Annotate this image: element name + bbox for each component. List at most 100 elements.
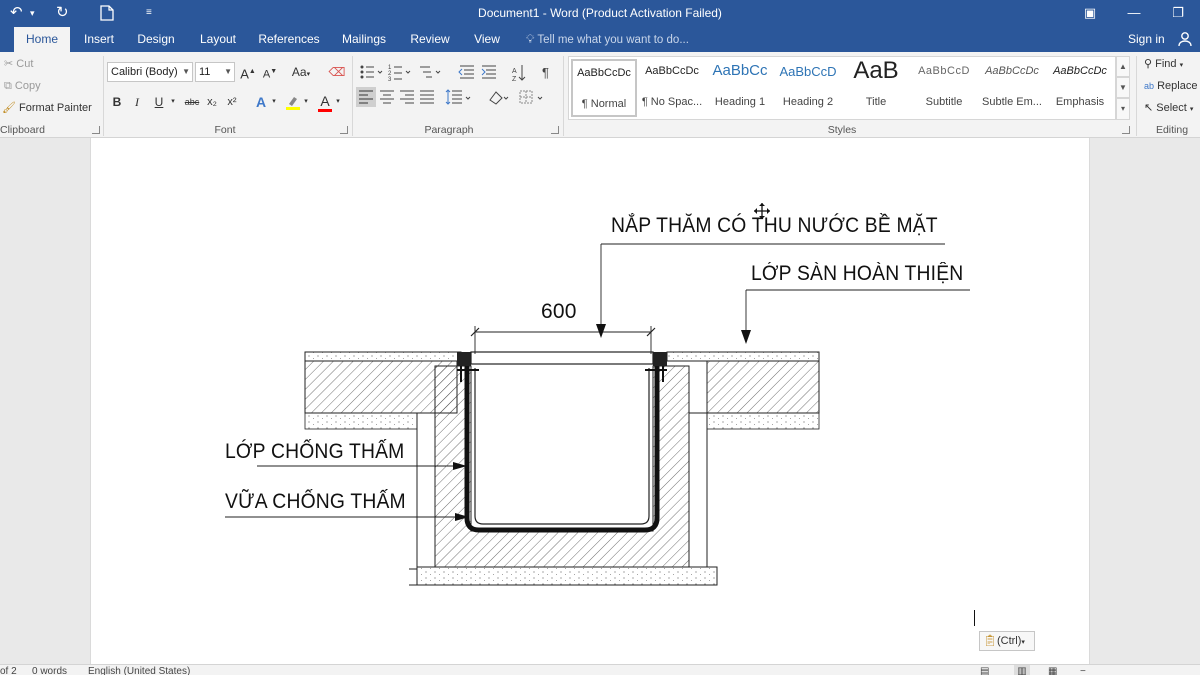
word-count[interactable]: 0 words xyxy=(32,665,67,675)
chevron-down-icon: ▼ xyxy=(182,67,190,76)
style-subtitle[interactable]: AaBbCcD Subtitle xyxy=(911,59,977,117)
shading-icon[interactable] xyxy=(489,91,509,105)
paragraph-launcher-icon[interactable] xyxy=(551,126,559,134)
increase-indent-icon[interactable] xyxy=(481,65,496,79)
style-subtle-emphasis[interactable]: AaBbCcDc Subtle Em... xyxy=(979,59,1045,117)
cut-button[interactable]: ✂ Cut xyxy=(4,54,33,74)
text-effects-icon[interactable]: A xyxy=(252,92,270,112)
select-label: Select xyxy=(1156,102,1187,114)
style-name: Subtle Em... xyxy=(982,96,1042,108)
style-preview: AaBbCcD xyxy=(779,64,837,79)
copy-button[interactable]: ⧉ Copy xyxy=(4,76,41,96)
tell-me-placeholder: Tell me what you want to do... xyxy=(537,34,689,46)
align-right-icon[interactable] xyxy=(400,90,414,104)
change-case-icon[interactable]: Aa▾ xyxy=(287,62,315,82)
tab-review[interactable]: Review xyxy=(404,26,456,52)
numbering-icon[interactable]: 123 xyxy=(388,65,411,83)
find-button[interactable]: ⚲ Find ▾ xyxy=(1144,54,1183,74)
decrease-indent-icon[interactable] xyxy=(458,65,474,79)
print-layout-icon[interactable]: ▥ xyxy=(1014,665,1030,675)
svg-text:3: 3 xyxy=(388,77,392,83)
lightbulb-icon: 💡︎ xyxy=(526,32,535,46)
font-launcher-icon[interactable] xyxy=(340,126,348,134)
highlight-icon[interactable] xyxy=(284,92,302,112)
justify-icon[interactable] xyxy=(420,90,434,104)
tab-view[interactable]: View xyxy=(466,26,508,52)
grow-font-icon[interactable]: A▲ xyxy=(240,62,256,82)
paragraph-group-label: Paragraph xyxy=(424,124,474,136)
clipboard-launcher-icon[interactable] xyxy=(92,126,100,134)
web-layout-icon[interactable]: ▦ xyxy=(1048,665,1057,675)
mortar-label: VỮA CHỐNG THẤM xyxy=(225,490,406,513)
font-name-combo[interactable]: Calibri (Body) ▼ xyxy=(107,62,193,82)
sign-in-link[interactable]: Sign in xyxy=(1128,26,1165,52)
manhole-drawing[interactable] xyxy=(91,138,1091,664)
ribbon-display-options-icon[interactable]: ▣ xyxy=(1068,0,1112,26)
paste-options-label: (Ctrl) xyxy=(996,635,1022,647)
bold-icon[interactable]: B xyxy=(110,92,124,112)
style-heading-2[interactable]: AaBbCcD Heading 2 xyxy=(775,59,841,117)
grow-font-glyph: A xyxy=(240,66,249,82)
paste-options-button[interactable]: 📋︎(Ctrl)▾ xyxy=(979,631,1035,651)
line-spacing-icon[interactable] xyxy=(445,89,471,105)
tell-me-box[interactable]: 💡︎ Tell me what you want to do... xyxy=(526,26,689,52)
style-normal[interactable]: AaBbCcDc ¶ Normal xyxy=(571,59,637,117)
styles-launcher-icon[interactable] xyxy=(1122,126,1130,134)
style-heading-1[interactable]: AaBbCc Heading 1 xyxy=(707,59,773,117)
zoom-out-icon[interactable]: − xyxy=(1080,665,1086,675)
separator xyxy=(1136,56,1137,136)
align-center-icon[interactable] xyxy=(380,90,394,104)
tab-mailings[interactable]: Mailings xyxy=(336,26,392,52)
styles-scroll-down-icon[interactable]: ▼ xyxy=(1116,77,1130,98)
tab-insert[interactable]: Insert xyxy=(78,26,120,52)
page-count[interactable]: of 2 xyxy=(0,665,17,675)
show-formatting-icon[interactable]: ¶ xyxy=(542,65,549,80)
language-indicator[interactable]: English (United States) xyxy=(88,665,190,675)
font-size-combo[interactable]: 11 ▼ xyxy=(195,62,235,82)
replace-button[interactable]: ab Replace xyxy=(1144,76,1197,96)
document-area[interactable]: NẮP THĂM CÓ THU NƯỚC BỀ MẶT LỚP SÀN HOÀN… xyxy=(0,138,1200,664)
style-name: ¶ No Spac... xyxy=(641,96,703,108)
superscript-icon[interactable]: x² xyxy=(224,92,240,112)
style-title[interactable]: AaB Title xyxy=(843,59,909,117)
text-caret xyxy=(974,610,975,626)
styles-more-icon[interactable]: ▾ xyxy=(1116,98,1130,120)
clear-formatting-icon[interactable]: ⌫ xyxy=(328,62,346,82)
status-bar: of 2 0 words English (United States) ▤ ▥… xyxy=(0,664,1200,675)
share-icon[interactable] xyxy=(1177,31,1193,47)
subscript-icon[interactable]: x₂ xyxy=(204,92,220,112)
align-left-icon[interactable] xyxy=(356,87,376,107)
underline-dropdown-icon[interactable]: ▾ xyxy=(168,92,178,112)
select-button[interactable]: ↖ Select ▾ xyxy=(1144,98,1193,118)
styles-scroll-up-icon[interactable]: ▲ xyxy=(1116,56,1130,77)
highlight-dropdown-icon[interactable]: ▾ xyxy=(302,92,310,112)
underline-icon[interactable]: U xyxy=(152,92,166,112)
separator xyxy=(563,56,564,136)
tab-references[interactable]: References xyxy=(254,26,324,52)
minimize-button[interactable]: — xyxy=(1112,0,1156,26)
sort-icon[interactable]: AZ xyxy=(512,65,526,83)
tab-layout[interactable]: Layout xyxy=(192,26,244,52)
tab-home[interactable]: Home xyxy=(14,27,70,52)
style-preview: AaBbCcDc xyxy=(1053,65,1107,77)
read-mode-icon[interactable]: ▤ xyxy=(980,665,989,675)
chevron-down-icon: ▾ xyxy=(1021,639,1025,646)
font-color-dropdown-icon[interactable]: ▾ xyxy=(334,92,342,112)
borders-icon[interactable] xyxy=(519,90,543,104)
text-effects-dropdown-icon[interactable]: ▾ xyxy=(270,92,278,112)
separator xyxy=(103,56,104,136)
format-painter-button[interactable]: 🖌︎ Format Painter xyxy=(2,98,92,118)
document-page[interactable]: NẮP THĂM CÓ THU NƯỚC BỀ MẶT LỚP SÀN HOÀN… xyxy=(90,138,1090,664)
style-no-spacing[interactable]: AaBbCcDc ¶ No Spac... xyxy=(639,59,705,117)
italic-icon[interactable]: I xyxy=(130,92,144,112)
style-emphasis[interactable]: AaBbCcDc Emphasis xyxy=(1047,59,1113,117)
clipboard-group-label: Clipboard xyxy=(0,124,45,136)
tab-design[interactable]: Design xyxy=(132,26,180,52)
multilevel-list-icon[interactable] xyxy=(420,66,441,78)
bullets-icon[interactable] xyxy=(360,65,383,79)
shrink-font-icon[interactable]: A▼ xyxy=(262,62,278,82)
restore-button[interactable]: ❐ xyxy=(1156,0,1200,26)
font-color-icon[interactable]: A xyxy=(316,92,334,112)
strikethrough-icon[interactable]: abc xyxy=(182,92,202,112)
editing-group-label: Editing xyxy=(1155,124,1189,136)
